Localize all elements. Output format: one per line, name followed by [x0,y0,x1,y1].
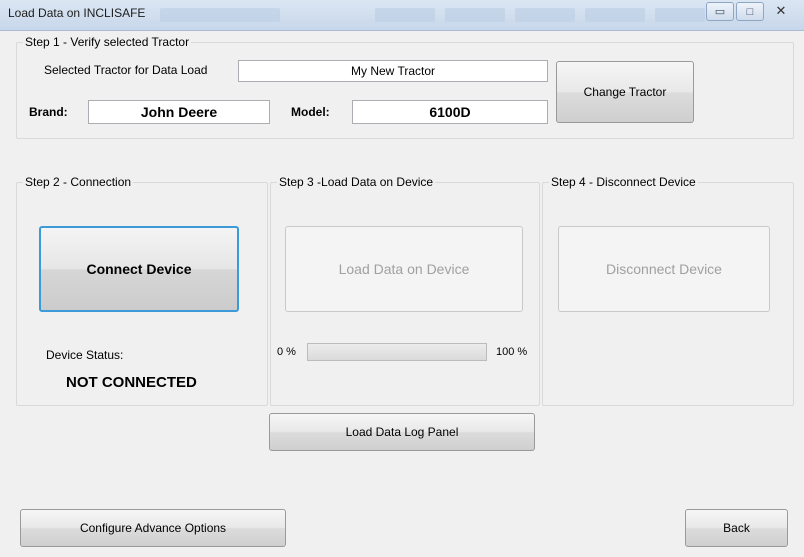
background-blur [515,8,575,22]
background-blur [160,8,280,22]
step3-title: Step 3 -Load Data on Device [277,175,436,189]
connect-device-button[interactable]: Connect Device [39,226,239,312]
close-button[interactable]: ✕ [766,2,796,19]
selected-tractor-field[interactable]: My New Tractor [238,60,548,82]
device-status-value: NOT CONNECTED [66,374,197,391]
maximize-icon: □ [746,5,754,18]
configure-advance-options-button[interactable]: Configure Advance Options [20,509,286,547]
background-blur [375,8,435,22]
background-blur [655,8,705,22]
disconnect-device-button[interactable]: Disconnect Device [558,226,770,312]
brand-field[interactable]: John Deere [88,100,270,124]
selected-tractor-label: Selected Tractor for Data Load [44,63,208,77]
device-status-label: Device Status: [46,348,124,362]
change-tractor-button[interactable]: Change Tractor [556,61,694,123]
back-button[interactable]: Back [685,509,788,547]
minimize-icon: ▭ [714,6,726,18]
minimize-button[interactable]: ▭ [706,2,734,21]
load-data-log-panel-button[interactable]: Load Data Log Panel [269,413,535,451]
close-icon: ✕ [775,2,787,18]
progress-min-label: 0 % [277,346,296,358]
step4-title: Step 4 - Disconnect Device [549,175,698,189]
brand-label: Brand: [29,105,68,119]
window-title: Load Data on INCLISAFE [8,6,146,20]
background-blur [445,8,505,22]
window-titlebar: Load Data on INCLISAFE ▭ □ ✕ [0,0,804,31]
progress-max-label: 100 % [496,346,528,358]
model-label: Model: [291,105,330,119]
background-blur [585,8,645,22]
model-field[interactable]: 6100D [352,100,548,124]
step1-title: Step 1 - Verify selected Tractor [23,35,192,49]
maximize-button[interactable]: □ [736,2,764,21]
load-data-button[interactable]: Load Data on Device [285,226,523,312]
load-progress-bar [307,343,487,361]
step2-title: Step 2 - Connection [23,175,134,189]
